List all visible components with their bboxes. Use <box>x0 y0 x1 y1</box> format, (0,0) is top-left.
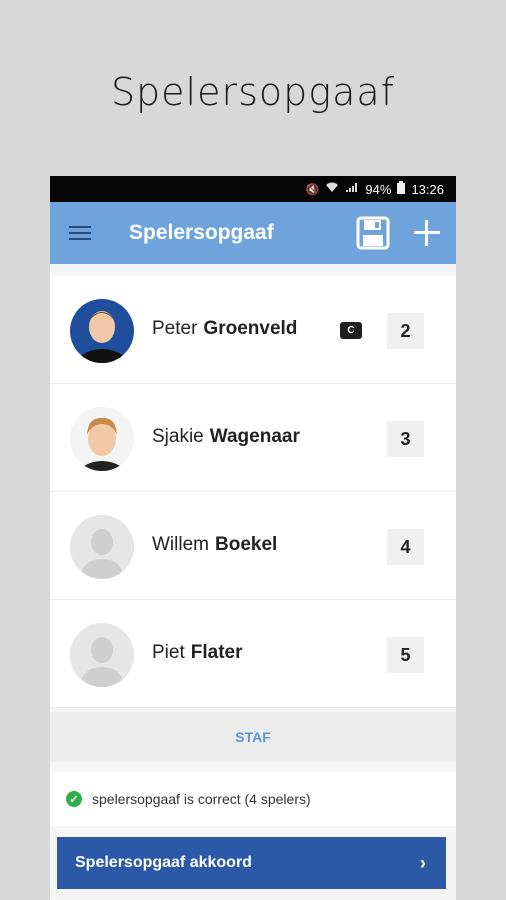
battery-percent: 94% <box>365 181 392 197</box>
player-row[interactable]: Peter Groenveld C 2 <box>50 276 456 384</box>
player-number[interactable]: 2 <box>387 313 424 349</box>
signal-icon <box>345 182 359 196</box>
confirm-label: Spelersopgaaf akkoord <box>75 854 252 871</box>
player-row[interactable]: Willem Boekel 4 <box>50 492 456 600</box>
clock: 13:26 <box>411 181 444 197</box>
player-name: Sjakie Wagenaar <box>152 426 300 448</box>
validation-message: ✓ spelersopgaaf is correct (4 spelers) <box>50 772 456 826</box>
player-row[interactable]: Piet Flater 5 <box>50 600 456 708</box>
player-list: Peter Groenveld C 2 Sjakie Wagenaar 3 Wi… <box>50 276 456 708</box>
save-icon <box>356 216 390 250</box>
plus-icon <box>414 220 440 246</box>
mute-icon: 🔇 <box>305 183 320 196</box>
player-last-name: Boekel <box>215 534 278 555</box>
wifi-icon <box>325 182 339 196</box>
avatar <box>70 407 134 471</box>
menu-icon <box>69 226 91 228</box>
phone-screen: 🔇 94% 13:26 Spelersopgaaf Peter Groenvel… <box>50 176 456 900</box>
player-first-name: Sjakie <box>152 426 204 447</box>
player-row[interactable]: Sjakie Wagenaar 3 <box>50 384 456 492</box>
player-name: Piet Flater <box>152 642 243 664</box>
chevron-right-icon: › <box>420 852 426 873</box>
validation-text: spelersopgaaf is correct (4 spelers) <box>92 791 311 807</box>
add-button[interactable] <box>410 216 444 250</box>
battery-icon <box>397 181 406 197</box>
player-number[interactable]: 3 <box>387 421 424 457</box>
avatar-placeholder <box>70 623 134 687</box>
status-bar: 🔇 94% 13:26 <box>50 176 456 202</box>
player-number[interactable]: 4 <box>387 529 424 565</box>
player-first-name: Peter <box>152 318 198 339</box>
player-first-name: Piet <box>152 642 185 663</box>
save-button[interactable] <box>356 216 392 250</box>
player-number[interactable]: 5 <box>387 637 424 673</box>
captain-badge: C <box>340 322 362 339</box>
player-first-name: Willem <box>152 534 209 555</box>
player-last-name: Flater <box>190 642 243 663</box>
player-last-name: Groenveld <box>203 318 298 339</box>
player-name: Peter Groenveld <box>152 318 297 340</box>
avatar <box>70 299 134 363</box>
avatar-placeholder <box>70 515 134 579</box>
person-icon <box>70 515 134 579</box>
player-name: Willem Boekel <box>152 534 277 556</box>
player-last-name: Wagenaar <box>209 426 300 447</box>
menu-button[interactable] <box>50 202 110 264</box>
app-bar: Spelersopgaaf <box>50 202 456 264</box>
hero-title: Spelersopgaaf <box>110 70 396 114</box>
confirm-button[interactable]: Spelersopgaaf akkoord › <box>57 837 446 889</box>
staff-section-button[interactable]: STAF <box>50 712 456 762</box>
app-bar-title: Spelersopgaaf <box>129 221 274 244</box>
check-icon: ✓ <box>66 791 82 807</box>
person-icon <box>70 623 134 687</box>
